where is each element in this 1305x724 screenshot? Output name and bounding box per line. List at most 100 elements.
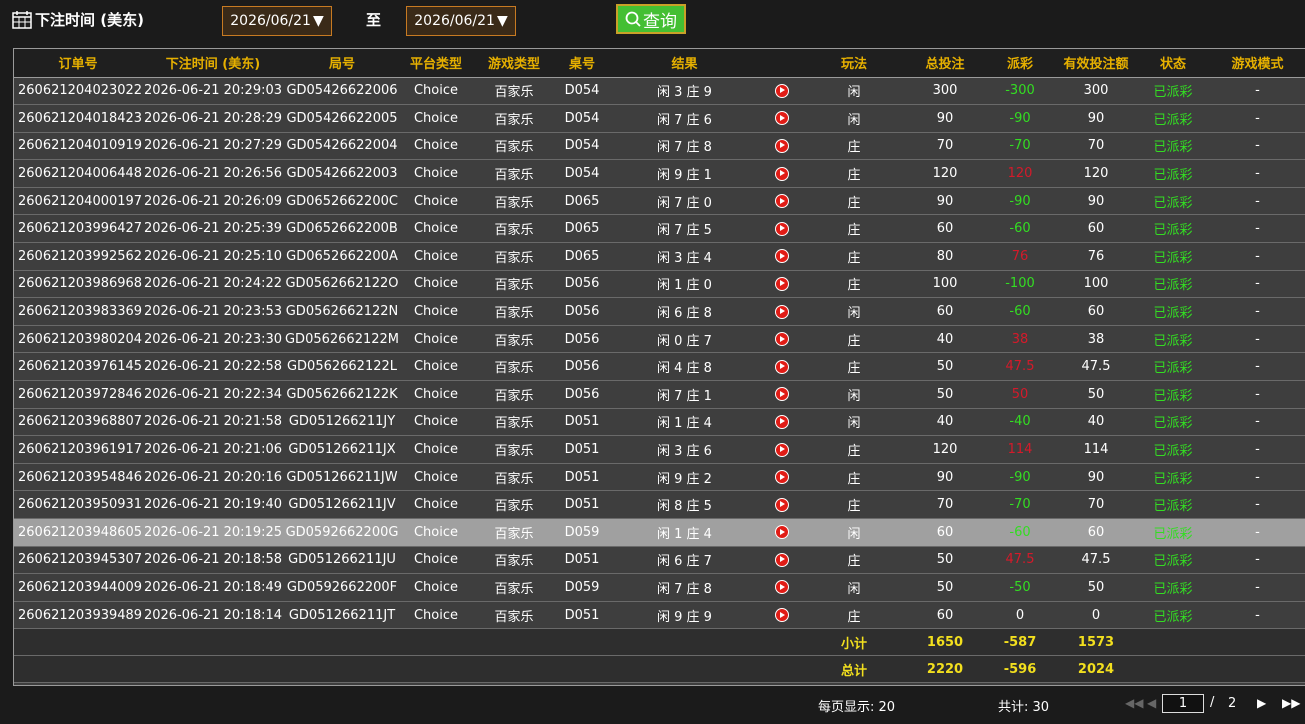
cell-status: 已派彩 xyxy=(1136,463,1210,492)
first-page-icon[interactable]: ◀◀ xyxy=(1125,696,1143,710)
play-video-icon[interactable] xyxy=(774,304,789,319)
cell-valid-bet: 60 xyxy=(1056,214,1136,244)
cell-payout: 114 xyxy=(984,435,1056,464)
cell-game-type: 百家乐 xyxy=(472,104,556,133)
cell-table-number: D056 xyxy=(556,270,608,299)
play-video-icon[interactable] xyxy=(774,359,789,374)
play-video-icon[interactable] xyxy=(774,166,789,181)
replay-cell xyxy=(761,546,802,575)
last-page-icon[interactable]: ▶▶ xyxy=(1282,696,1300,710)
play-video-icon[interactable] xyxy=(774,332,789,347)
play-video-icon[interactable] xyxy=(774,470,789,485)
table-row[interactable]: 260621203992562 2026-06-21 20:25:10 GD0652… xyxy=(14,242,1305,271)
cell-platform-type: Choice xyxy=(400,408,472,437)
table-row[interactable]: 260621203948605 2026-06-21 20:19:25 GD0592… xyxy=(14,518,1305,547)
play-video-icon[interactable] xyxy=(774,497,789,512)
cell-bet-time: 2026-06-21 20:18:58 xyxy=(142,546,284,575)
cell-order-number: 260621203980204 xyxy=(14,325,142,354)
cell-valid-bet: 60 xyxy=(1056,518,1136,547)
table-row[interactable]: 260621203945307 2026-06-21 20:18:58 GD0512… xyxy=(14,546,1305,575)
play-video-icon[interactable] xyxy=(774,387,789,402)
cell-platform-type: Choice xyxy=(400,546,472,575)
table-row[interactable]: 260621203944009 2026-06-21 20:18:49 GD0592… xyxy=(14,573,1305,602)
page-title: 下注时间 (美东) xyxy=(12,9,144,30)
cell-game-mode: - xyxy=(1210,518,1305,547)
table-row[interactable]: 260621204000197 2026-06-21 20:26:09 GD0652… xyxy=(14,187,1305,216)
cell-bet-time: 2026-06-21 20:25:10 xyxy=(142,242,284,271)
table-row[interactable]: 260621203939489 2026-06-21 20:18:14 GD0512… xyxy=(14,601,1305,630)
column-header-table-number: 桌号 xyxy=(556,49,608,78)
cell-game-type: 百家乐 xyxy=(472,77,556,106)
table-row[interactable]: 260621203968807 2026-06-21 20:21:58 GD0512… xyxy=(14,408,1305,437)
play-video-icon[interactable] xyxy=(774,249,789,264)
table-row[interactable]: 260621203996427 2026-06-21 20:25:39 GD0652… xyxy=(14,214,1305,244)
table-row[interactable]: 260621203986968 2026-06-21 20:24:22 GD0562… xyxy=(14,270,1305,299)
replay-cell xyxy=(761,187,802,216)
date-from-select[interactable]: 2026/06/21 ▼ xyxy=(222,6,332,36)
cell-order-number: 260621203972846 xyxy=(14,380,142,409)
replay-cell xyxy=(761,490,802,519)
cell-valid-bet: 60 xyxy=(1056,297,1136,326)
prev-page-icon[interactable]: ◀ xyxy=(1147,696,1156,710)
cell-table-number: D051 xyxy=(556,601,608,630)
subtotal-row: 小计 1650 -587 1573 xyxy=(14,628,1305,657)
play-video-icon[interactable] xyxy=(774,111,789,126)
date-to-select[interactable]: 2026/06/21 ▼ xyxy=(406,6,516,36)
page-number-input[interactable] xyxy=(1162,694,1204,713)
cell-status: 已派彩 xyxy=(1136,214,1210,244)
play-video-icon[interactable] xyxy=(774,138,789,153)
triangle-down-icon: ▼ xyxy=(496,13,508,29)
table-row[interactable]: 260621203980204 2026-06-21 20:23:30 GD0562… xyxy=(14,325,1305,354)
table-row[interactable]: 260621203976145 2026-06-21 20:22:58 GD0562… xyxy=(14,352,1305,382)
cell-bet-time: 2026-06-21 20:24:22 xyxy=(142,270,284,299)
calendar-icon xyxy=(12,10,32,29)
replay-cell xyxy=(761,104,802,133)
cell-round-id: GD0562662122N xyxy=(284,297,400,326)
cell-order-number: 260621204000197 xyxy=(14,187,142,216)
play-video-icon[interactable] xyxy=(774,580,789,595)
play-video-icon[interactable] xyxy=(774,276,789,291)
table-row[interactable]: 260621203954846 2026-06-21 20:20:16 GD0512… xyxy=(14,463,1305,492)
cell-status: 已派彩 xyxy=(1136,546,1210,575)
cell-bet-type: 庄 xyxy=(802,132,906,161)
table-row[interactable]: 260621203950931 2026-06-21 20:19:40 GD0512… xyxy=(14,490,1305,519)
column-header-result: 结果 xyxy=(608,49,761,78)
play-video-icon[interactable] xyxy=(774,552,789,567)
cell-platform-type: Choice xyxy=(400,132,472,161)
cell-table-number: D054 xyxy=(556,77,608,106)
cell-bet-type: 庄 xyxy=(802,490,906,519)
table-row[interactable]: 260621204018423 2026-06-21 20:28:29 GD0542… xyxy=(14,104,1305,133)
play-video-icon[interactable] xyxy=(774,608,789,623)
play-video-icon[interactable] xyxy=(774,221,789,236)
date-range-separator: 至 xyxy=(366,11,382,29)
table-row[interactable]: 260621203983369 2026-06-21 20:23:53 GD0562… xyxy=(14,297,1305,326)
cell-table-number: D051 xyxy=(556,546,608,575)
table-row[interactable]: 260621203961917 2026-06-21 20:21:06 GD0512… xyxy=(14,435,1305,464)
cell-game-mode: - xyxy=(1210,352,1305,382)
play-video-icon[interactable] xyxy=(774,442,789,457)
play-video-icon[interactable] xyxy=(774,525,789,540)
cell-result: 闲 6 庄 8 xyxy=(608,297,761,326)
column-header-order-number: 订单号 xyxy=(14,49,142,78)
cell-round-id: GD051266211JU xyxy=(284,546,400,575)
cell-status: 已派彩 xyxy=(1136,490,1210,519)
play-video-icon[interactable] xyxy=(774,83,789,98)
play-video-icon[interactable] xyxy=(774,414,789,429)
cell-round-id: GD051266211JX xyxy=(284,435,400,464)
play-video-icon[interactable] xyxy=(774,194,789,209)
search-button[interactable]: 查询 xyxy=(616,4,686,34)
table-row[interactable]: 260621203972846 2026-06-21 20:22:34 GD0562… xyxy=(14,380,1305,409)
cell-round-id: GD051266211JV xyxy=(284,490,400,519)
table-row[interactable]: 260621204023022 2026-06-21 20:29:03 GD0542… xyxy=(14,77,1305,106)
cell-game-mode: - xyxy=(1210,104,1305,133)
table-row[interactable]: 260621204006448 2026-06-21 20:26:56 GD0542… xyxy=(14,159,1305,188)
cell-platform-type: Choice xyxy=(400,463,472,492)
replay-cell xyxy=(761,297,802,326)
cell-result: 闲 3 庄 4 xyxy=(608,242,761,271)
cell-bet-type: 闲 xyxy=(802,408,906,437)
table-row[interactable]: 260621204010919 2026-06-21 20:27:29 GD0542… xyxy=(14,132,1305,161)
search-button-label: 查询 xyxy=(643,11,677,32)
cell-bet-type: 庄 xyxy=(802,435,906,464)
next-page-icon[interactable]: ▶ xyxy=(1257,696,1266,710)
replay-cell xyxy=(761,159,802,188)
